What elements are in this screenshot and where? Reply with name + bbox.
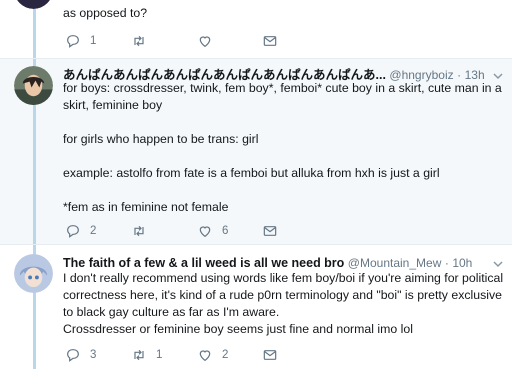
separator-dot: · (444, 256, 449, 270)
retweet-icon (131, 223, 147, 239)
reply-count: 2 (90, 225, 97, 237)
tweet-text: I don't really recommend using words lik… (63, 270, 508, 338)
heart-icon (197, 33, 213, 49)
avatar[interactable] (14, 254, 53, 293)
reply-count: 3 (90, 349, 97, 361)
retweet-icon (131, 347, 147, 363)
like-button[interactable] (197, 32, 222, 50)
like-button[interactable]: 6 (197, 222, 228, 240)
like-button[interactable]: 2 (197, 346, 228, 364)
tweet-text: as opposed to? (63, 6, 148, 20)
envelope-icon (262, 33, 278, 49)
tweet-3[interactable]: The faith of a few & a lil weed is all w… (0, 245, 512, 369)
tweet-text: for boys: crossdresser, twink, fem boy*,… (63, 80, 508, 216)
tweet-paragraph: I don't really recommend using words lik… (63, 271, 504, 336)
tweet-paragraph: for boys: crossdresser, twink, fem boy*,… (63, 81, 506, 112)
dm-button[interactable] (262, 32, 278, 50)
user-handle[interactable]: @Mountain_Mew (348, 256, 442, 270)
reply-icon (65, 33, 81, 49)
reply-button[interactable]: 2 (65, 222, 96, 240)
heart-icon (197, 347, 213, 363)
reply-button[interactable]: 3 (65, 346, 96, 364)
reply-button[interactable]: 1 (65, 32, 96, 50)
tweet-paragraph: for girls who happen to be trans: girl (63, 132, 259, 146)
display-name[interactable]: The faith of a few & a lil weed is all w… (63, 256, 344, 270)
timestamp[interactable]: 10h (452, 256, 472, 270)
like-count: 6 (222, 225, 229, 237)
reply-icon (65, 347, 81, 363)
heart-icon (197, 223, 213, 239)
avatar[interactable] (14, 66, 53, 105)
dm-button[interactable] (262, 222, 278, 240)
tweet-2[interactable]: あんぱんあんぱんあんぱんあんぱんあんぱんあんぱんあ... @hngryboiz … (0, 59, 512, 244)
retweet-button[interactable] (131, 222, 156, 240)
envelope-icon (262, 347, 278, 363)
tweet-paragraph: *fem as in feminine not female (63, 200, 229, 214)
like-count: 2 (222, 349, 229, 361)
retweet-count: 1 (156, 349, 163, 361)
retweet-icon (131, 33, 147, 49)
chevron-down-icon[interactable] (492, 254, 504, 270)
reply-icon (65, 223, 81, 239)
tweet-actions: 2 6 (63, 222, 323, 240)
tweet-actions: 1 (63, 32, 323, 50)
retweet-button[interactable]: 1 (131, 346, 162, 364)
tweet-paragraph: example: astolfo from fate is a femboi b… (63, 166, 440, 180)
retweet-button[interactable] (131, 32, 156, 50)
tweet-1[interactable]: as opposed to? 1 (0, 0, 512, 58)
avatar[interactable] (14, 0, 53, 9)
dm-button[interactable] (262, 346, 278, 364)
reply-count: 1 (90, 35, 97, 47)
tweet-actions: 3 1 2 (63, 346, 323, 364)
envelope-icon (262, 223, 278, 239)
